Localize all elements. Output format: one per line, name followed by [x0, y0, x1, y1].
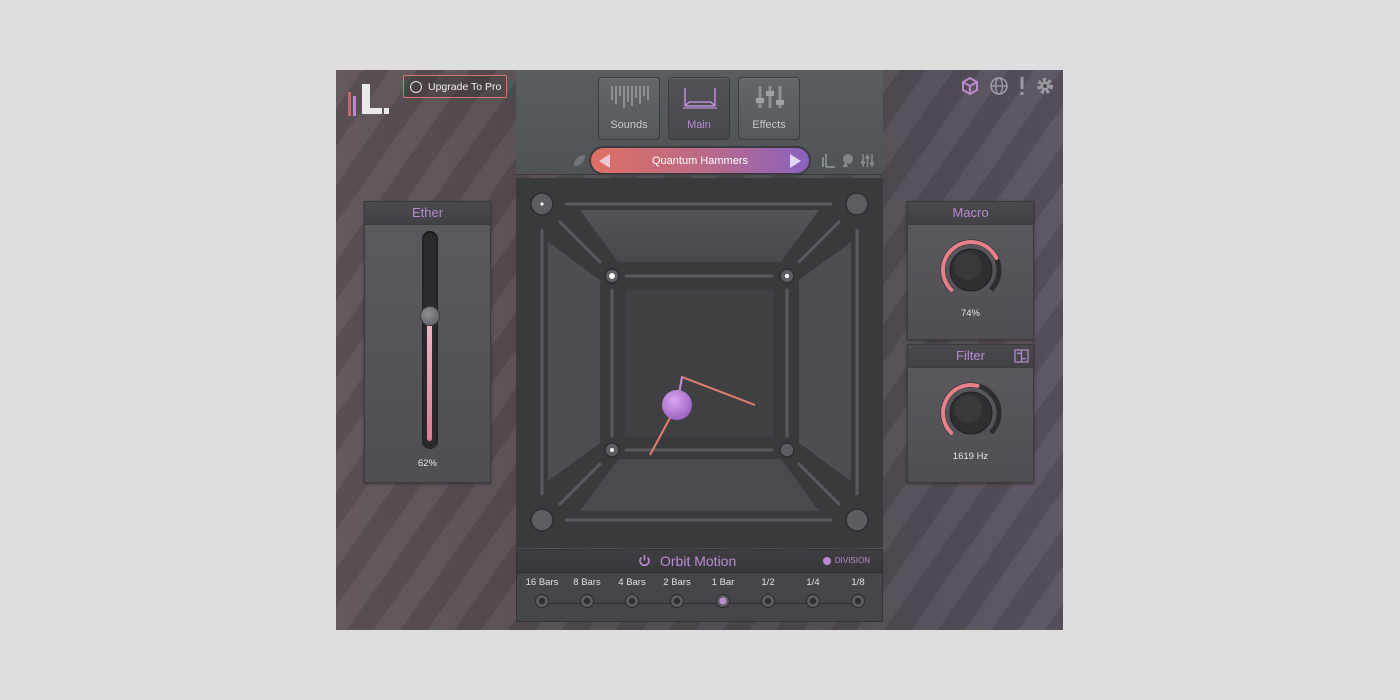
center-square — [623, 287, 776, 439]
tab-effects[interactable]: Effects — [738, 77, 800, 140]
preset-name: Quantum Hammers — [652, 154, 748, 167]
step-label: 1/2 — [761, 577, 775, 588]
filter-type-icon[interactable] — [1014, 349, 1029, 363]
sounds-waveform-icon — [611, 86, 649, 108]
filter-header: Filter — [908, 345, 1033, 368]
division-dot-icon — [822, 556, 831, 565]
step-label: 1/4 — [806, 577, 820, 588]
ether-title: Ether — [365, 202, 490, 225]
left-trapezoid — [548, 242, 600, 481]
effects-sliders-icon — [756, 86, 784, 108]
top-right-toolbar — [960, 76, 1055, 96]
ether-slider[interactable] — [420, 231, 440, 449]
division-step[interactable]: 16 Bars — [520, 577, 564, 608]
step-label: 2 Bars — [663, 577, 691, 588]
right-trapezoid — [799, 242, 851, 481]
top-trapezoid — [580, 210, 819, 262]
ether-value: 62% — [417, 458, 437, 469]
tab-panel: Sounds Main Effects Quantum Hammers — [516, 70, 883, 175]
step-label: 4 Bars — [618, 577, 646, 588]
macro-value: 74% — [960, 308, 980, 319]
step-radio[interactable] — [580, 594, 594, 608]
gear-icon[interactable] — [1035, 76, 1055, 96]
tab-main-label: Main — [687, 119, 711, 131]
step-radio[interactable] — [761, 594, 775, 608]
macro-title: Macro — [908, 202, 1033, 225]
step-radio[interactable] — [806, 594, 820, 608]
orbit-motion-panel: Orbit Motion DIVISION 16 Bars 8 Bars 4 B… — [516, 549, 883, 622]
mixer-icon[interactable] — [860, 153, 875, 168]
brand-logo — [348, 84, 389, 116]
step-label: 8 Bars — [573, 577, 601, 588]
filter-title: Filter — [956, 348, 985, 363]
next-preset-arrow-icon[interactable] — [790, 154, 801, 168]
xy-pad-graphic — [530, 192, 869, 532]
division-step[interactable]: 1 Bar — [701, 577, 745, 608]
division-toggle[interactable]: DIVISION — [822, 556, 870, 565]
upgrade-label: Upgrade To Pro — [428, 80, 502, 93]
orbit-motion-header: Orbit Motion DIVISION — [517, 550, 882, 573]
power-icon[interactable] — [638, 554, 651, 567]
filter-value: 1619 Hz — [952, 451, 989, 462]
upgrade-to-pro-button[interactable]: Upgrade To Pro — [403, 75, 507, 98]
knob-highlight — [954, 252, 982, 280]
tab-sounds[interactable]: Sounds — [598, 77, 660, 140]
bars-icon[interactable] — [821, 153, 836, 168]
step-radio[interactable] — [851, 594, 865, 608]
xy-pad[interactable] — [516, 178, 883, 548]
ether-slider-thumb[interactable] — [420, 305, 440, 326]
filter-panel: Filter 1619 Hz — [907, 344, 1034, 483]
step-radio[interactable] — [670, 594, 684, 608]
step-radio[interactable] — [535, 594, 549, 608]
main-tab-icon — [683, 88, 717, 109]
division-step[interactable]: 8 Bars — [565, 577, 609, 608]
plugin-window: Upgrade To Pro Sounds Main Effects Quant… — [336, 70, 1063, 630]
step-radio[interactable] — [716, 594, 730, 608]
filter-knob[interactable] — [939, 381, 1003, 445]
globe-icon[interactable] — [989, 76, 1009, 96]
division-step[interactable]: 1/2 — [746, 577, 790, 608]
division-label: DIVISION — [834, 556, 870, 565]
ether-slider-fill — [427, 315, 432, 441]
step-radio[interactable] — [625, 594, 639, 608]
upgrade-icon — [410, 80, 422, 93]
division-step[interactable]: 4 Bars — [610, 577, 654, 608]
step-label: 1 Bar — [711, 577, 735, 588]
leaf-icon[interactable] — [572, 153, 587, 168]
step-label: 16 Bars — [525, 577, 559, 588]
previous-preset-arrow-icon[interactable] — [599, 154, 610, 168]
division-step[interactable]: 1/8 — [836, 577, 880, 608]
step-label: 1/8 — [851, 577, 865, 588]
orbit-ball[interactable] — [662, 390, 692, 420]
division-step[interactable]: 1/4 — [791, 577, 835, 608]
macro-panel: Macro 74% — [907, 201, 1034, 340]
tab-sounds-label: Sounds — [610, 119, 648, 131]
macro-knob[interactable] — [939, 238, 1003, 302]
bottom-trapezoid — [580, 459, 819, 511]
orbit-motion-title: Orbit Motion — [660, 553, 737, 569]
cube-icon[interactable] — [960, 76, 980, 96]
knob-highlight — [954, 395, 982, 423]
exclamation-icon[interactable] — [1018, 76, 1026, 96]
tab-effects-label: Effects — [752, 119, 786, 131]
preset-selector[interactable]: Quantum Hammers — [591, 148, 809, 173]
ether-panel: Ether 62% — [364, 201, 491, 483]
shape-icon[interactable] — [840, 153, 855, 168]
tab-main[interactable]: Main — [668, 77, 730, 140]
division-step[interactable]: 2 Bars — [655, 577, 699, 608]
